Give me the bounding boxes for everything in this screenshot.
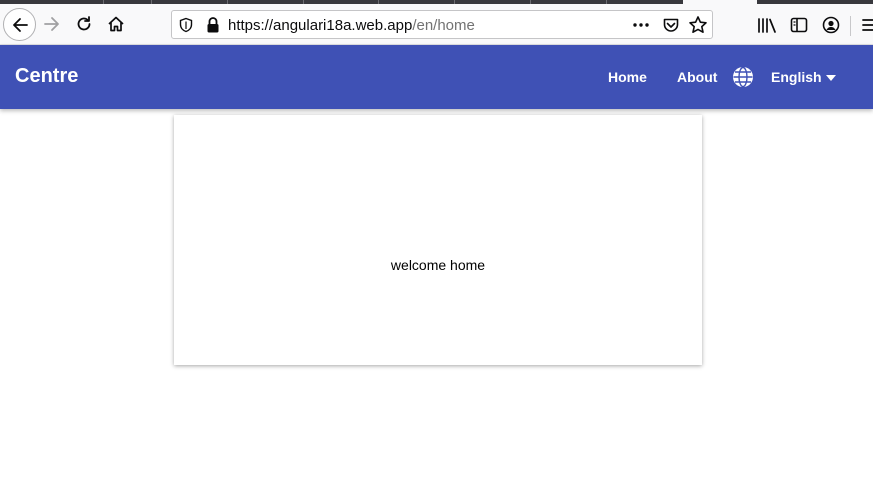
reload-icon [77,16,91,31]
back-button[interactable] [3,8,36,41]
sidebar-icon[interactable] [790,17,808,33]
more-icon[interactable] [632,16,650,34]
app-header: Centre Home About English [0,45,873,109]
nav-home-link[interactable]: Home [608,69,647,85]
forward-button[interactable] [40,12,64,36]
globe-icon[interactable] [732,66,754,88]
lock-icon[interactable] [205,16,221,34]
bookmark-star-icon[interactable] [688,15,708,35]
toolbar-separator [850,16,851,36]
url-bar[interactable]: https://angulari18a.web.app/en/home [171,10,713,39]
url-host: https://angulari18a.web.app [228,17,413,34]
back-icon [12,17,28,32]
home-button[interactable] [104,12,128,36]
account-icon[interactable] [822,16,840,34]
content-card: welcome home [174,115,702,365]
forward-icon [44,17,59,31]
nav-about-link[interactable]: About [677,69,717,85]
url-path: /en/home [412,17,475,34]
reload-button[interactable] [72,12,96,36]
url-text[interactable]: https://angulari18a.web.app/en/home [228,17,475,34]
browser-toolbar: https://angulari18a.web.app/en/home [0,4,873,45]
home-icon [108,16,124,32]
pocket-icon[interactable] [662,16,680,34]
welcome-message: welcome home [390,257,486,273]
language-select[interactable]: English [771,69,822,85]
chevron-down-icon[interactable] [826,75,836,81]
library-icon[interactable] [757,17,777,33]
shield-icon[interactable] [178,17,194,33]
app-title[interactable]: Centre [15,65,78,88]
menu-icon[interactable] [862,17,873,33]
